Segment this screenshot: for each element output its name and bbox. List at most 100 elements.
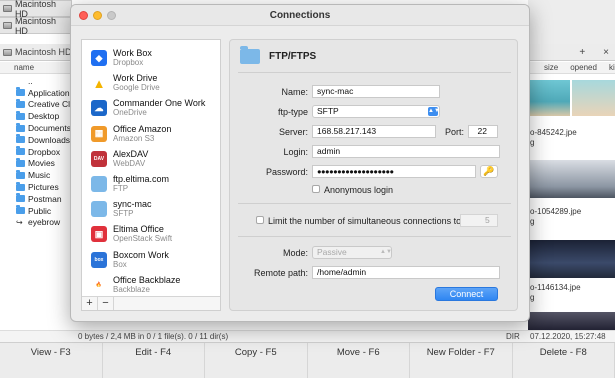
drive-icon xyxy=(3,48,12,56)
connection-type: WebDAV xyxy=(113,158,146,168)
chevron-updown-icon: ▲▼ xyxy=(380,249,392,255)
limit-connections-field[interactable]: 5 xyxy=(460,214,498,227)
login-field[interactable]: admin xyxy=(312,145,500,158)
file-name: Pictures xyxy=(28,182,59,193)
password-field[interactable]: ●●●●●●●●●●●●●●●●●●● xyxy=(312,165,476,178)
anonymous-login-checkbox[interactable] xyxy=(312,185,320,193)
server-field[interactable]: 168.58.217.143 xyxy=(312,125,436,138)
file-name: Postman xyxy=(28,193,62,204)
right-column-headers: size opened kin xyxy=(528,62,615,74)
delete-button[interactable]: Delete - F8 xyxy=(513,343,615,378)
divider xyxy=(238,72,511,73)
anonymous-login-label: Anonymous login xyxy=(324,185,394,195)
status-kind: DIR xyxy=(506,332,520,341)
dialog-title: Connections xyxy=(269,10,331,21)
ftp-type-select[interactable]: SFTP ▲▼ xyxy=(312,105,440,118)
move-button[interactable]: Move - F6 xyxy=(308,343,410,378)
connection-item[interactable]: sync-mac SFTP xyxy=(82,196,220,222)
tab-macintosh-hd-2[interactable]: Macintosh HD xyxy=(0,16,72,36)
folder-icon xyxy=(16,146,25,156)
file-row[interactable]: Dropbox xyxy=(0,146,72,158)
column-header-name[interactable]: name xyxy=(0,62,72,74)
file-row[interactable]: ↪ eyebrow xyxy=(0,217,72,229)
connection-type: OneDrive xyxy=(113,108,147,118)
file-name: Documents xyxy=(28,123,71,134)
view-button[interactable]: View - F3 xyxy=(0,343,103,378)
panel-title: FTP/FTPS xyxy=(269,51,317,62)
file-name: Public xyxy=(28,205,52,216)
thumbnail-image[interactable] xyxy=(528,312,615,330)
connect-button[interactable]: Connect xyxy=(435,287,498,301)
close-tab-button[interactable]: × xyxy=(603,47,609,58)
connection-type: Google Drive xyxy=(113,83,160,93)
connection-type: Box xyxy=(113,259,127,269)
backblaze-icon: 🔥 xyxy=(91,276,107,293)
thumbnail-image[interactable] xyxy=(528,80,570,116)
file-row[interactable]: Postman xyxy=(0,193,72,205)
file-name: Application xyxy=(28,87,70,98)
drive-icon xyxy=(3,5,12,12)
add-tab-button[interactable]: + xyxy=(579,47,585,58)
thumbnail-image[interactable] xyxy=(528,160,615,198)
connection-item[interactable]: ☁ Commander One Work OneDrive xyxy=(82,95,220,121)
file-row[interactable]: Application xyxy=(0,87,72,99)
copy-button[interactable]: Copy - F5 xyxy=(205,343,308,378)
name-field[interactable]: sync-mac xyxy=(312,85,440,98)
box-icon: box xyxy=(91,251,107,268)
add-connection-button[interactable]: + xyxy=(82,297,98,310)
file-row[interactable]: Documents xyxy=(0,122,72,134)
connection-type: Backblaze xyxy=(113,284,150,294)
mode-select[interactable]: Passive ▲▼ xyxy=(312,246,392,259)
remove-connection-button[interactable]: − xyxy=(98,297,114,310)
folder-icon xyxy=(16,98,25,108)
connection-item[interactable]: ▲ Work Drive Google Drive xyxy=(82,70,220,96)
file-row[interactable]: Public xyxy=(0,205,72,217)
remote-path-field[interactable]: /home/admin xyxy=(312,266,500,279)
file-row[interactable]: Music xyxy=(0,169,72,181)
connection-item[interactable]: ◆ Work Box Dropbox xyxy=(82,45,220,71)
connection-item[interactable]: ▣ Eltima Office OpenStack Swift xyxy=(82,221,220,247)
drive-icon xyxy=(3,22,12,29)
column-header-kind[interactable]: kin xyxy=(609,62,615,73)
connection-name: Work Box xyxy=(113,48,152,58)
connection-item[interactable]: 🔥 Office Backblaze Backblaze xyxy=(82,272,220,298)
limit-connections-checkbox[interactable] xyxy=(256,216,264,224)
right-pane-top xyxy=(528,0,615,44)
file-row[interactable]: Pictures xyxy=(0,181,72,193)
connection-item[interactable]: ftp.eltima.com FTP xyxy=(82,171,220,197)
column-header-opened[interactable]: opened xyxy=(570,62,597,73)
connections-dialog: Connections ◆ Work Box Dropbox ▲ Work Drive G… xyxy=(70,4,530,322)
file-row[interactable]: .. xyxy=(0,75,72,87)
file-row[interactable]: Downloads xyxy=(0,134,72,146)
tab-macintosh-hd-1[interactable]: Macintosh HD xyxy=(0,0,72,19)
left-file-list: .. Application Creative Cl Desktop Documents… xyxy=(0,75,72,228)
connection-name: Work Drive xyxy=(113,73,158,84)
divider xyxy=(238,236,511,237)
file-row[interactable]: Desktop xyxy=(0,110,72,122)
port-label: Port: xyxy=(444,127,464,137)
thumbnail-label: o-1146134.jpe g xyxy=(530,283,581,302)
thumbnail-image[interactable] xyxy=(528,240,615,278)
column-header-size[interactable]: size xyxy=(544,62,558,73)
name-label: Name: xyxy=(281,87,308,97)
file-name: Desktop xyxy=(28,111,60,122)
file-row[interactable]: Movies xyxy=(0,157,72,170)
connection-item[interactable]: ▦ Office Amazon Amazon S3 xyxy=(82,121,220,147)
connection-settings-panel: FTP/FTPS Name: sync-mac ftp-type SFTP ▲▼ … xyxy=(229,39,518,311)
connection-item[interactable]: DAV AlexDAV WebDAV xyxy=(82,146,220,172)
sidebar-footer: + − xyxy=(82,296,220,310)
thumbnail-image[interactable] xyxy=(572,80,615,116)
port-field[interactable]: 22 xyxy=(468,125,498,138)
connection-item[interactable]: box Boxcom Work Box xyxy=(82,247,220,273)
connection-type: OpenStack Swift xyxy=(113,234,173,244)
mode-label: Mode: xyxy=(282,248,308,258)
login-label: Login: xyxy=(283,147,308,157)
edit-button[interactable]: Edit - F4 xyxy=(103,343,205,378)
new-folder-button[interactable]: New Folder - F7 xyxy=(410,343,513,378)
folder-icon xyxy=(16,110,25,120)
remote-path-label: Remote path: xyxy=(253,268,308,278)
file-row[interactable]: Creative Cl xyxy=(0,98,72,111)
key-icon[interactable]: 🔑 xyxy=(480,165,498,178)
ftp-folder-icon xyxy=(240,46,260,64)
divider xyxy=(238,203,511,204)
